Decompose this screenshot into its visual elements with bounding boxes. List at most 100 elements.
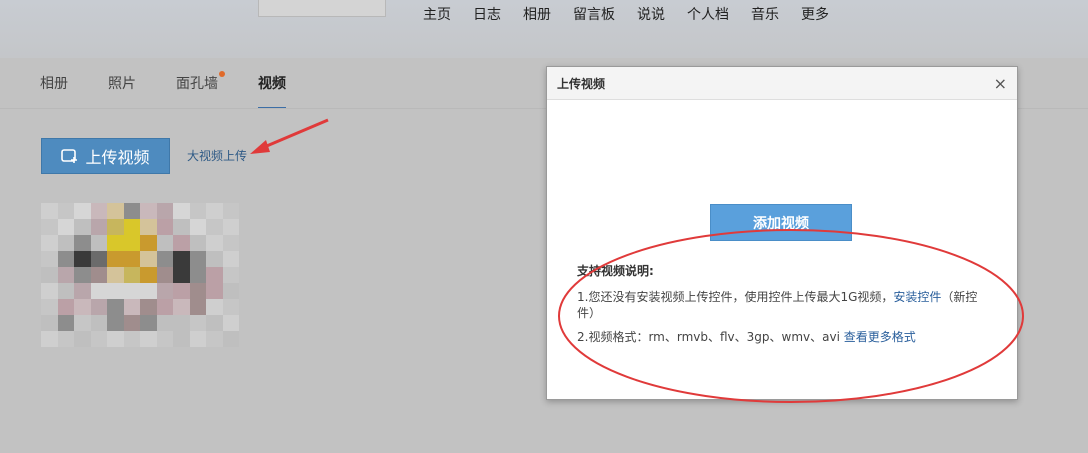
thumbnail-pixel bbox=[107, 267, 124, 283]
thumbnail-pixel bbox=[90, 251, 107, 267]
thumbnail-pixel bbox=[90, 235, 107, 251]
thumbnail-pixel bbox=[74, 331, 91, 347]
thumbnail-pixel bbox=[90, 331, 107, 347]
thumbnail-pixel bbox=[206, 203, 223, 219]
thumbnail-pixel bbox=[206, 299, 223, 315]
thumbnail-pixel bbox=[107, 315, 124, 331]
thumbnail-pixel bbox=[189, 203, 206, 219]
thumbnail-pixel bbox=[57, 267, 74, 283]
upload-video-button[interactable]: 上传视频 bbox=[41, 138, 170, 174]
thumbnail-pixel bbox=[173, 203, 190, 219]
thumbnail-pixel bbox=[74, 235, 91, 251]
thumbnail-pixel bbox=[41, 219, 58, 235]
nav-item-status[interactable]: 说说 bbox=[637, 4, 665, 24]
upload-video-label: 上传视频 bbox=[85, 148, 150, 167]
tab-label: 视频 bbox=[258, 76, 286, 92]
nav-item-guestbook[interactable]: 留言板 bbox=[573, 4, 615, 24]
thumbnail-pixel bbox=[140, 235, 157, 251]
thumbnail-pixel bbox=[156, 251, 173, 267]
thumbnail-pixel bbox=[41, 251, 58, 267]
tab-albums[interactable]: 相册 bbox=[40, 73, 68, 107]
thumbnail-pixel bbox=[90, 299, 107, 315]
dialog-title: 上传视频 bbox=[557, 76, 606, 91]
thumbnail-pixel bbox=[189, 251, 206, 267]
thumbnail-pixel bbox=[74, 315, 91, 331]
thumbnail-pixel bbox=[206, 283, 223, 299]
thumbnail-pixel bbox=[206, 219, 223, 235]
thumbnail-pixel bbox=[41, 203, 58, 219]
thumbnail-pixel bbox=[173, 315, 190, 331]
nav-item-home[interactable]: 主页 bbox=[423, 4, 451, 24]
nav-item-profile[interactable]: 个人档 bbox=[687, 4, 729, 24]
video-thumbnail[interactable] bbox=[41, 203, 239, 347]
thumbnail-pixel bbox=[156, 283, 173, 299]
thumbnail-pixel bbox=[123, 235, 140, 251]
thumbnail-pixel bbox=[222, 219, 239, 235]
thumbnail-pixel bbox=[90, 203, 107, 219]
thumbnail-pixel bbox=[123, 331, 140, 347]
thumbnail-pixel bbox=[140, 267, 157, 283]
thumbnail-pixel bbox=[206, 315, 223, 331]
thumbnail-pixel bbox=[57, 331, 74, 347]
thumbnail-pixel bbox=[156, 235, 173, 251]
nav-item-more[interactable]: 更多 bbox=[801, 4, 829, 24]
thumbnail-pixel bbox=[74, 283, 91, 299]
thumbnail-pixel bbox=[222, 235, 239, 251]
dialog-header: 上传视频 × bbox=[547, 67, 1017, 100]
thumbnail-pixel bbox=[41, 331, 58, 347]
thumbnail-pixel bbox=[173, 283, 190, 299]
thumbnail-pixel bbox=[189, 315, 206, 331]
thumbnail-pixel bbox=[107, 219, 124, 235]
thumbnail-pixel bbox=[41, 315, 58, 331]
top-navigation-bar: 主页 日志 相册 留言板 说说 个人档 音乐 更多 bbox=[0, 0, 1088, 58]
tab-label: 照片 bbox=[108, 76, 136, 92]
thumbnail-pixel bbox=[140, 299, 157, 315]
thumbnail-pixel bbox=[206, 267, 223, 283]
thumbnail-pixel bbox=[140, 251, 157, 267]
thumbnail-pixel bbox=[173, 235, 190, 251]
tab-videos[interactable]: 视频 bbox=[258, 73, 286, 109]
thumbnail-pixel bbox=[173, 219, 190, 235]
notification-dot bbox=[219, 71, 225, 77]
large-video-upload-link[interactable]: 大视频上传 bbox=[187, 147, 247, 164]
thumbnail-pixel bbox=[156, 203, 173, 219]
thumbnail-pixel bbox=[90, 267, 107, 283]
thumbnail-pixel bbox=[206, 251, 223, 267]
thumbnail-pixel bbox=[189, 267, 206, 283]
thumbnail-pixel bbox=[173, 299, 190, 315]
thumbnail-pixel bbox=[90, 315, 107, 331]
thumbnail-pixel bbox=[41, 235, 58, 251]
thumbnail-pixel bbox=[140, 315, 157, 331]
thumbnail-pixel bbox=[107, 283, 124, 299]
thumbnail-pixel bbox=[123, 283, 140, 299]
nav-item-blog[interactable]: 日志 bbox=[473, 4, 501, 24]
annotation-circle-icon bbox=[558, 229, 1024, 403]
thumbnail-pixel bbox=[107, 251, 124, 267]
close-icon[interactable]: × bbox=[994, 74, 1007, 93]
thumbnail-pixel bbox=[222, 251, 239, 267]
thumbnail-pixel bbox=[140, 219, 157, 235]
nav-item-album[interactable]: 相册 bbox=[523, 4, 551, 24]
thumbnail-pixel bbox=[156, 267, 173, 283]
thumbnail-pixel bbox=[123, 299, 140, 315]
main-nav: 主页 日志 相册 留言板 说说 个人档 音乐 更多 bbox=[423, 4, 851, 24]
thumbnail-pixel bbox=[140, 203, 157, 219]
thumbnail-pixel bbox=[57, 235, 74, 251]
tab-face-wall[interactable]: 面孔墙 bbox=[176, 71, 225, 107]
thumbnail-pixel bbox=[206, 331, 223, 347]
tab-label: 相册 bbox=[40, 76, 68, 92]
thumbnail-pixel bbox=[107, 235, 124, 251]
user-avatar-frame[interactable] bbox=[258, 0, 386, 17]
tab-photos[interactable]: 照片 bbox=[108, 73, 136, 107]
thumbnail-pixel bbox=[156, 219, 173, 235]
thumbnail-pixel bbox=[90, 219, 107, 235]
thumbnail-pixel bbox=[57, 251, 74, 267]
nav-item-music[interactable]: 音乐 bbox=[751, 4, 779, 24]
thumbnail-pixel bbox=[74, 299, 91, 315]
thumbnail-pixel bbox=[189, 283, 206, 299]
thumbnail-pixel bbox=[173, 267, 190, 283]
thumbnail-pixel bbox=[222, 203, 239, 219]
tab-label: 面孔墙 bbox=[176, 76, 218, 92]
thumbnail-pixel bbox=[140, 283, 157, 299]
thumbnail-pixel bbox=[74, 203, 91, 219]
